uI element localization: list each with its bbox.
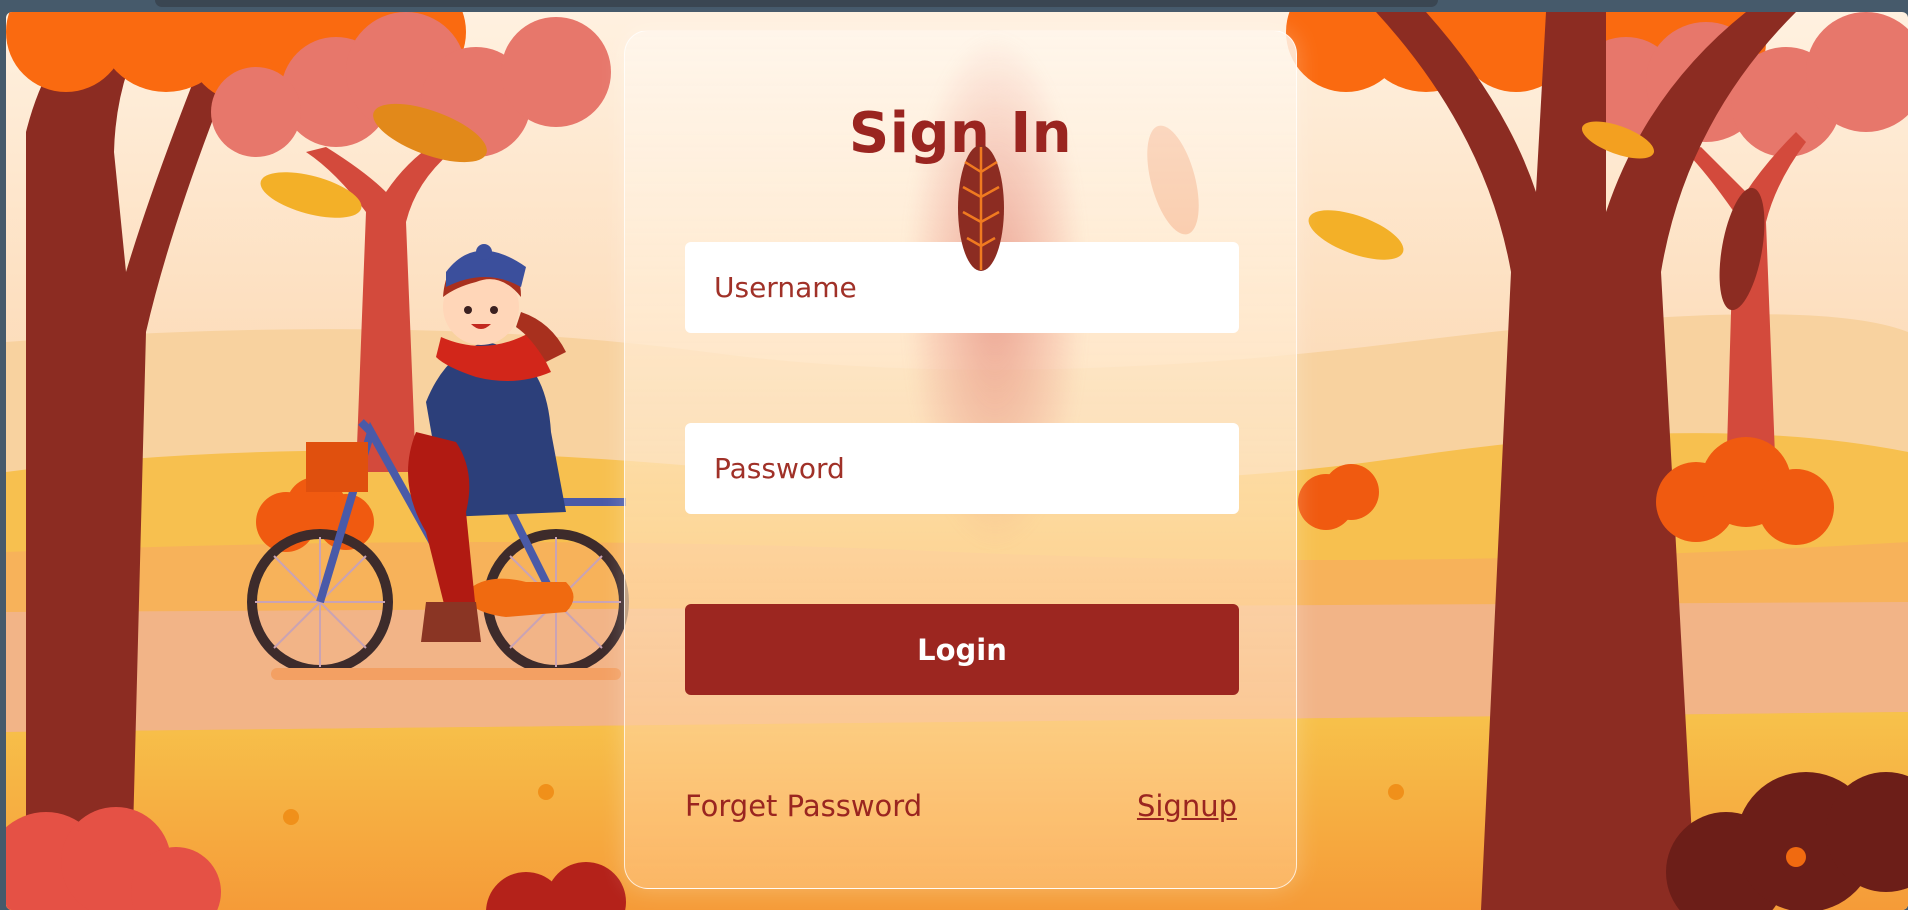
password-field[interactable] (685, 423, 1239, 514)
signup-link[interactable]: Signup (1137, 789, 1237, 823)
falling-leaf-icon (958, 145, 1004, 271)
browser-top-bar (155, 0, 1438, 7)
forget-password-link[interactable]: Forget Password (685, 789, 922, 823)
login-button[interactable]: Login (685, 604, 1239, 695)
